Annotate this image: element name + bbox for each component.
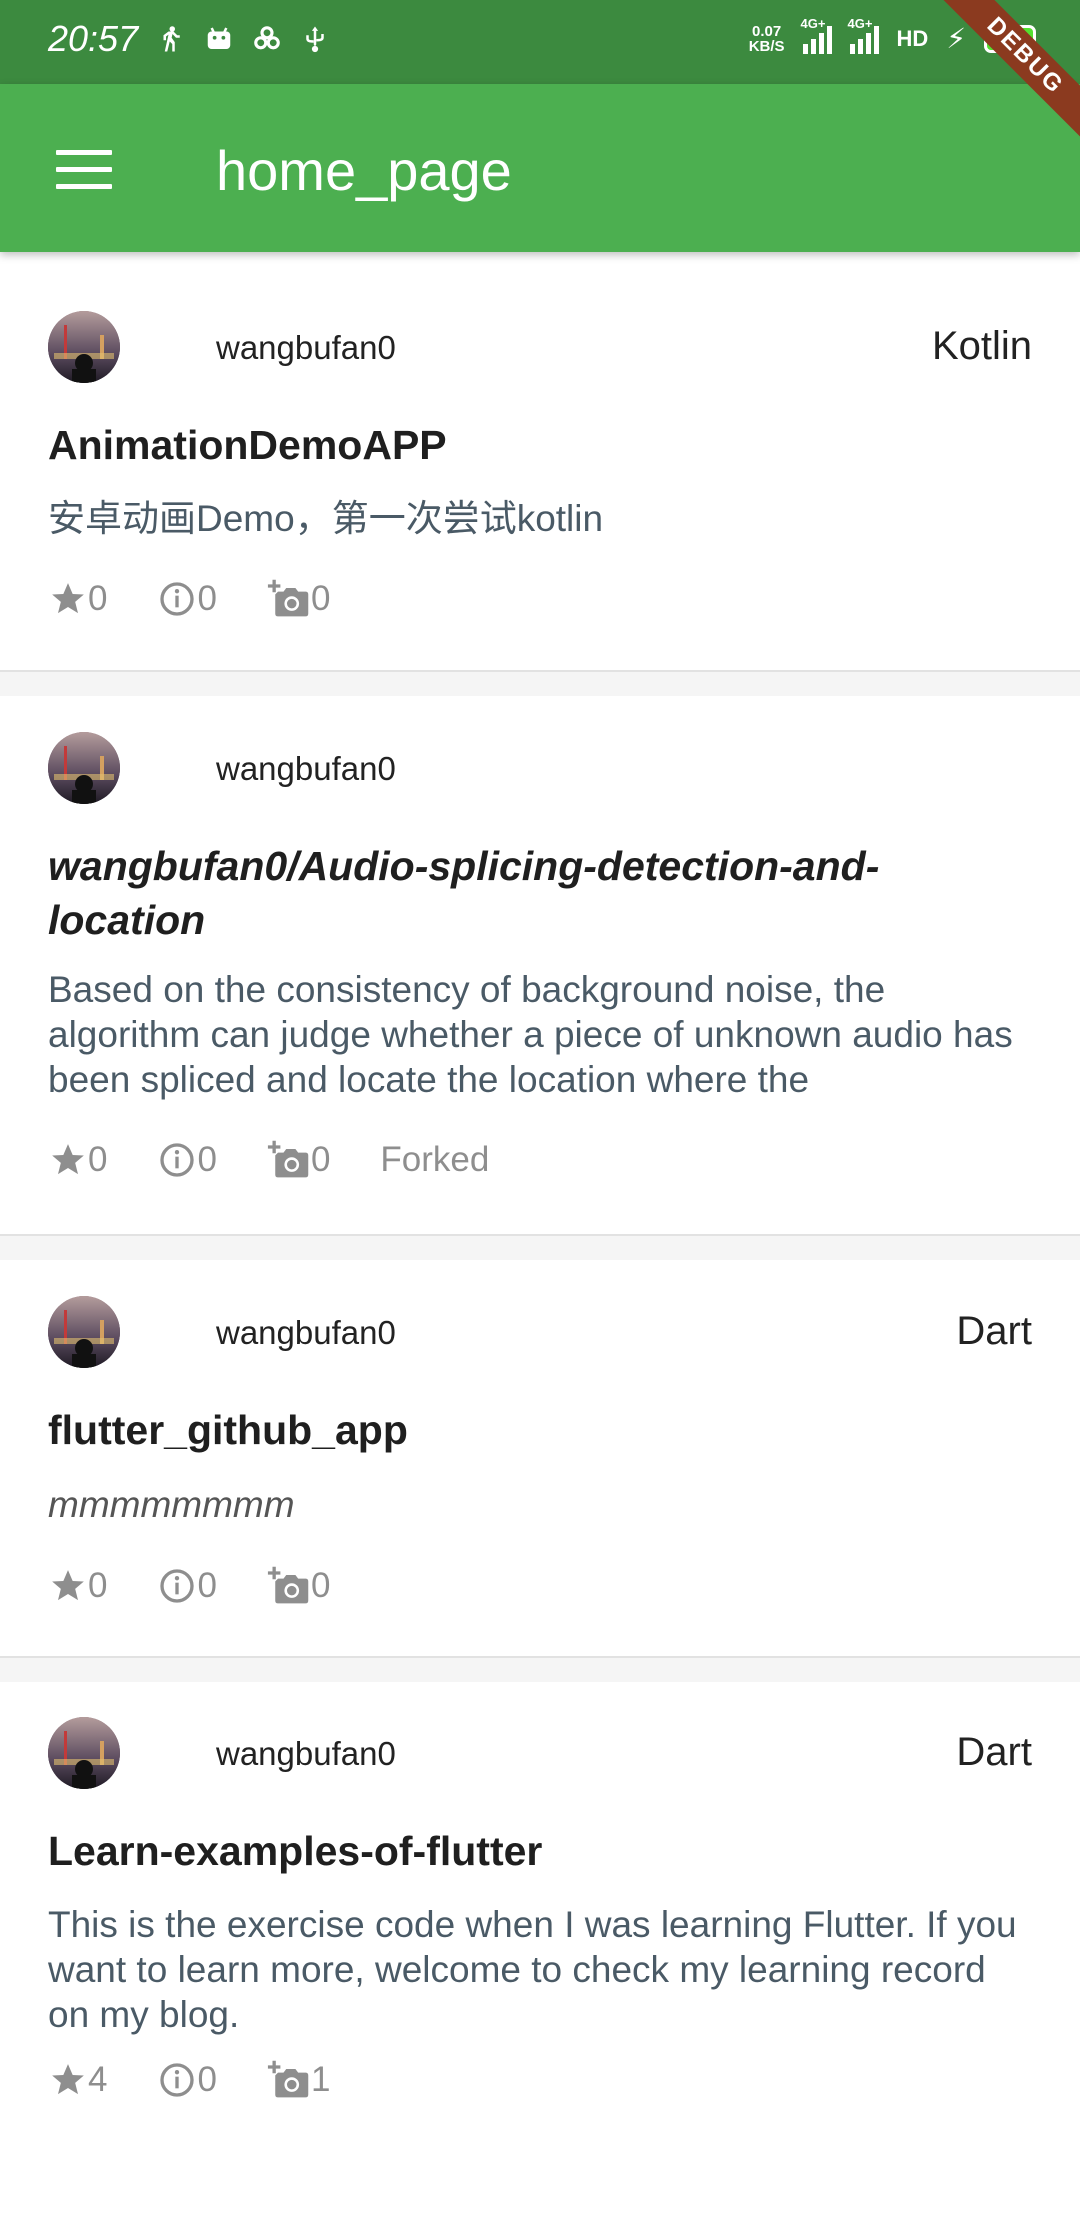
usb-icon [306,26,324,53]
forks-stat[interactable]: 0 [267,1564,330,1608]
stars-count: 0 [88,1140,108,1179]
repo-stats: 0 0 0 Forked [48,1138,489,1182]
repo-description: This is the exercise code when I was lea… [48,1904,1017,2035]
android-icon [207,27,231,49]
speed-value: 0.07 [752,22,782,40]
repo-owner[interactable]: wangbufan0 [216,329,396,367]
issues-stat[interactable]: 0 [157,1140,217,1180]
repo-owner[interactable]: wangbufan0 [216,750,396,788]
forks-stat[interactable]: 0 [267,577,330,621]
repo-stats: 0 0 0 [48,577,380,621]
repo-card[interactable]: wangbufan0 wangbufan0/Audio-splicing-det… [0,696,1080,1236]
forks-count: 0 [310,1566,331,1605]
repo-name[interactable]: AnimationDemoAPP [48,418,1008,472]
forks-count: 0 [310,1140,331,1179]
charging-icon: ⚡ [946,23,966,54]
stars-stat[interactable]: 0 [48,579,107,619]
repo-card[interactable]: wangbufan0 Dart Learn-examples-of-flutte… [0,1682,1080,2202]
forks-count: 0 [310,579,331,618]
issues-count: 0 [197,2060,217,2099]
star-icon [52,583,84,614]
info-icon [160,1143,195,1177]
add-photo-icon [267,1140,309,1178]
stars-stat[interactable]: 4 [48,2060,107,2100]
app-bar: home_page [0,84,1080,252]
repo-stats: 4 0 1 [48,2058,380,2102]
signal-icon-2: 4G+ [848,16,879,54]
issues-count: 0 [197,1566,217,1605]
repo-language: Dart [956,1309,1032,1353]
stars-count: 0 [88,1566,108,1605]
list-divider [0,672,1080,696]
info-icon [160,2063,195,2097]
list-divider [0,1658,1080,1682]
forks-stat[interactable]: 0 [267,1138,330,1182]
avatar[interactable] [48,1717,120,1789]
stars-count: 0 [88,579,108,618]
repo-language: Dart [956,1730,1032,1774]
status-bar: 20:57 0.07 KB/S 4G+ 4G+ HD ⚡ [0,0,1080,84]
repo-name[interactable]: wangbufan0/Audio-splicing-detection-and-… [48,839,1008,947]
stars-stat[interactable]: 0 [48,1566,107,1606]
signal-icon-1: 4G+ [801,16,832,54]
repo-owner[interactable]: wangbufan0 [216,1314,396,1352]
repo-name[interactable]: Learn-examples-of-flutter [48,1824,1008,1878]
add-photo-icon [267,579,309,617]
repo-owner[interactable]: wangbufan0 [216,1735,396,1773]
speed-unit: KB/S [748,37,785,55]
issues-stat[interactable]: 0 [157,2060,217,2100]
avatar[interactable] [48,311,120,383]
repo-card[interactable]: wangbufan0 Dart flutter_github_app mmmmm… [0,1260,1080,1658]
forked-label: Forked [380,1140,490,1179]
star-icon [52,2064,84,2095]
status-time: 20:57 [48,18,139,59]
issues-count: 0 [197,579,217,618]
add-photo-icon [267,1566,309,1604]
avatar-image [48,732,120,804]
repo-stats: 0 0 0 [48,1564,380,1608]
page-title: home_page [216,139,512,202]
star-icon [52,1570,84,1601]
repo-card[interactable]: wangbufan0 Kotlin AnimationDemoAPP 安卓动画D… [0,252,1080,672]
stars-stat[interactable]: 0 [48,1140,107,1180]
issues-count: 0 [197,1140,217,1179]
avatar-image [48,1296,120,1368]
network-speed: 0.07 KB/S [749,24,785,54]
forks-stat[interactable]: 1 [267,2058,330,2102]
repo-name[interactable]: flutter_github_app [48,1403,1008,1457]
repo-description: Based on the consistency of background n… [48,969,1013,1100]
avatar[interactable] [48,732,120,804]
menu-icon[interactable] [56,150,112,189]
star-icon [52,1144,84,1175]
add-photo-icon [267,2060,309,2098]
status-left: 20:57 [48,18,330,60]
issues-stat[interactable]: 0 [157,579,217,619]
network-type-1: 4G+ [800,15,826,31]
stars-count: 4 [88,2060,108,2099]
hd-voice-icon: HD [896,25,929,51]
repo-description: mmmmmmmm [48,1484,295,1525]
walking-icon [163,26,180,52]
avatar-image [48,1717,120,1789]
info-icon [160,582,195,616]
list-divider [0,1236,1080,1260]
issues-stat[interactable]: 0 [157,1566,217,1606]
avatar-image [48,311,120,383]
repo-list: wangbufan0 Kotlin AnimationDemoAPP 安卓动画D… [0,252,1080,2202]
avatar[interactable] [48,1296,120,1368]
repo-language: Kotlin [931,324,1032,368]
network-type-2: 4G+ [847,15,873,31]
link-icon [254,26,280,50]
info-icon [160,1569,195,1603]
forks-count: 1 [310,2060,331,2099]
repo-description: 安卓动画Demo，第一次尝试kotlin [48,498,604,539]
